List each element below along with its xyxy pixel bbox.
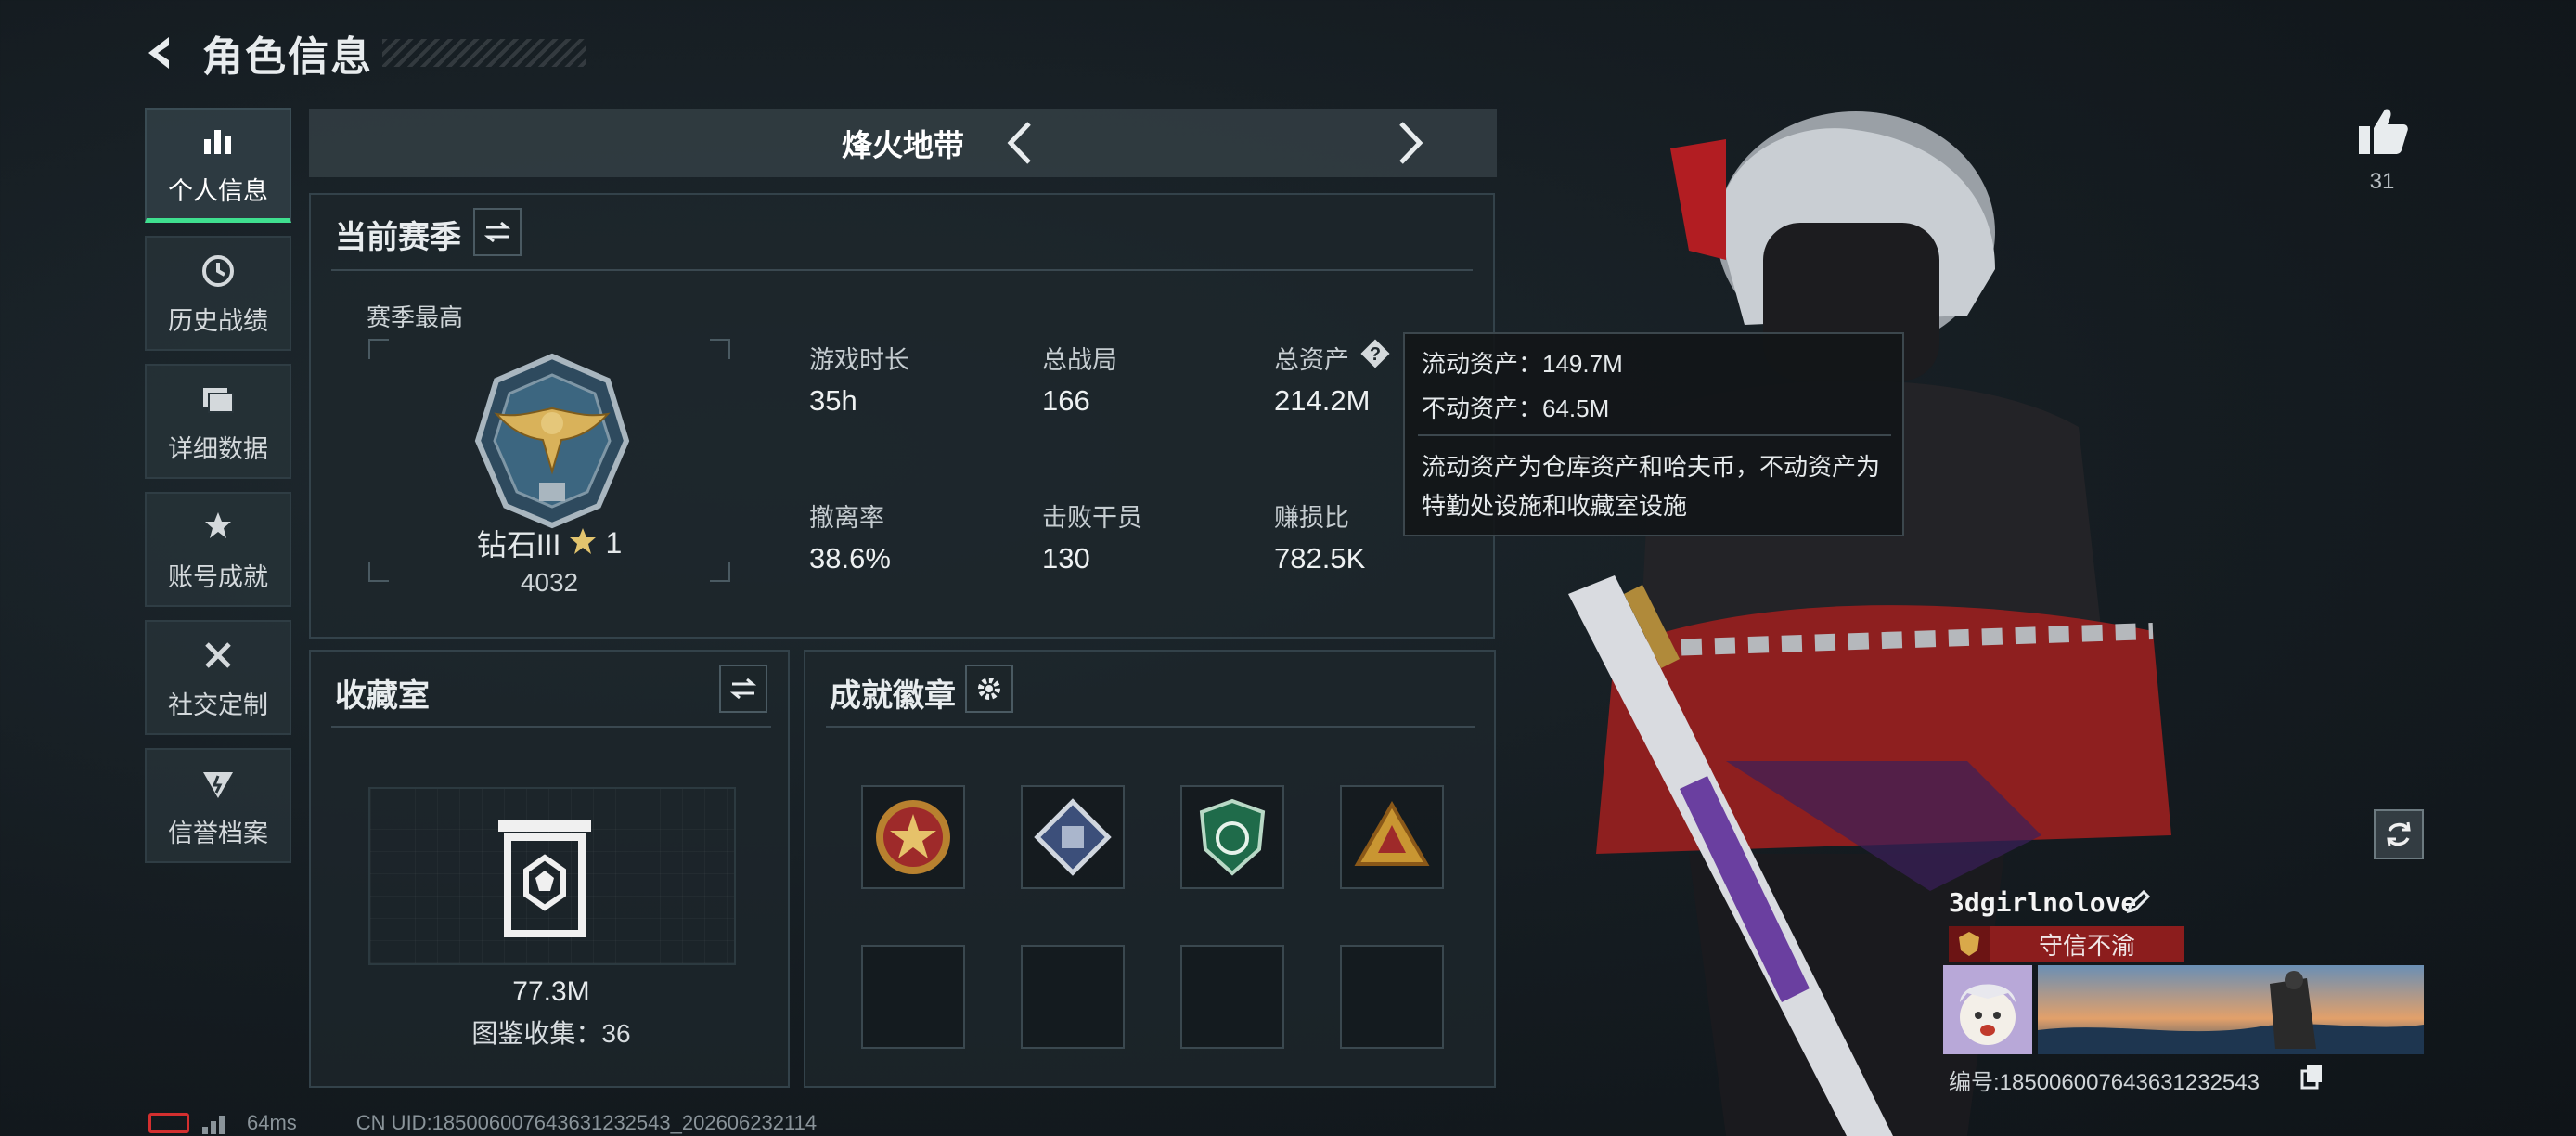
nav-item-social-custom[interactable]: 社交定制 [145,620,291,735]
divider [331,726,771,728]
achievement-icon [198,507,238,548]
credit-emblem-icon [1949,926,1990,962]
collection-count: 图鉴收集：36 [471,1019,631,1048]
badge-slot-empty[interactable] [861,945,965,1049]
gold-triangle-badge-icon [1354,801,1430,866]
stat-value-total-matches: 166 [1042,384,1090,417]
nav-label: 历史战绩 [168,306,268,335]
ping-text: 64ms [247,1111,297,1134]
bar-chart-icon [198,121,238,161]
season-title: 当前赛季 [335,220,461,255]
clock-history-icon [198,251,238,291]
stat-label-total-matches: 总战局 [1042,346,1117,374]
thumbs-up-icon[interactable] [2353,102,2411,160]
blue-diamond-badge-icon [1034,798,1112,876]
assets-tooltip: 流动资产：149.7M 不动资产：64.5M 流动资产为仓库资产和哈夫币，不动资… [1403,332,1904,536]
signal-icon [202,1112,234,1134]
chevron-right-icon[interactable] [1381,116,1435,170]
question-icon[interactable]: ? [1358,336,1393,371]
battery-icon [148,1113,189,1133]
stat-label-extraction-rate: 撤离率 [809,504,884,532]
red-star-badge-icon [876,800,950,874]
green-shield-badge-icon [1199,798,1266,876]
divider [826,726,1475,728]
nav-item-personal-info[interactable]: 个人信息 [145,108,291,223]
nav-item-achievements[interactable]: 账号成就 [145,492,291,607]
avatar[interactable] [1943,965,2032,1054]
collection-title: 收藏室 [335,678,430,714]
stat-value-total-assets: 214.2M [1274,384,1371,417]
badge-slot-empty[interactable] [1180,945,1284,1049]
assets-note: 流动资产为仓库资产和哈夫币，不动资产为特勤处设施和收藏室设施 [1422,453,1881,520]
badge-slot-empty[interactable] [1021,945,1125,1049]
stat-label-profit-ratio: 赚损比 [1274,504,1349,532]
badge-slot[interactable] [1180,785,1284,889]
collection-value: 77.3M [512,976,590,1007]
profile-banner[interactable] [2038,965,2424,1054]
uid-text: CN UID:185006007643631232543_20260623211… [355,1111,818,1134]
liquid-assets-text: 流动资产：149.7M [1422,350,1623,378]
stat-value-extraction-rate: 38.6% [809,542,891,574]
gear-icon[interactable] [965,665,1013,713]
page-header: 角色信息 [139,20,586,85]
folder-icon [198,379,238,420]
season-best-label: 赛季最高 [367,303,464,331]
current-season-panel: 当前赛季 赛季最高 钻石III 1 4032 游戏时长 35h 总战局 166 … [309,193,1495,639]
nav-label: 个人信息 [168,177,268,205]
stat-label-operators-defeated: 击败干员 [1042,504,1142,532]
side-nav: 个人信息 历史战绩 详细数据 账号成就 社交定制 信誉档案 [145,108,291,876]
vault-icon [495,817,595,937]
diamond-rank-emblem-icon [469,353,636,529]
player-credit-tag: 守信不渝 [1949,926,2184,962]
rank-star-count: 1 [605,525,623,560]
nav-item-credit-record[interactable]: 信誉档案 [145,748,291,863]
divider [1418,434,1891,436]
nav-label: 账号成就 [168,562,268,591]
nav-item-detailed-data[interactable]: 详细数据 [145,364,291,479]
badges-title: 成就徽章 [830,678,956,714]
badge-slot[interactable] [1021,785,1125,889]
achievement-badges-panel: 成就徽章 [804,650,1496,1088]
nav-label: 社交定制 [168,691,268,719]
svg-text:?: ? [1370,344,1381,365]
player-tag-text: 守信不渝 [2038,931,2135,960]
star-icon [568,526,598,561]
mode-label: 烽火地带 [842,128,964,162]
nav-item-history[interactable]: 历史战绩 [145,236,291,351]
refresh-icon[interactable] [2374,809,2424,859]
tools-icon [198,635,238,676]
shield-credit-icon [198,763,238,804]
collection-room-panel: 收藏室 77.3M 图鉴收集：36 [309,650,790,1088]
player-name: 3dgirlnolove [1949,887,2137,918]
stat-value-playtime: 35h [809,384,857,417]
stat-label-playtime: 游戏时长 [809,346,909,374]
badge-slot-empty[interactable] [1340,945,1444,1049]
stat-label-total-assets: 总资产 [1274,346,1349,374]
title-decoration [382,39,586,67]
like-count: 31 [2369,169,2395,194]
swap-icon[interactable] [473,208,522,256]
rank-name-row: 钻石III 1 [368,522,730,564]
swap-icon[interactable] [719,665,767,713]
rank-score: 4032 [520,568,579,597]
divider [331,269,1473,271]
stat-value-profit-ratio: 782.5K [1274,542,1366,574]
stat-value-operators-defeated: 130 [1042,542,1090,574]
pencil-edit-icon[interactable] [2123,887,2153,917]
chevron-left-icon[interactable] [996,116,1050,170]
mode-selector: 烽火地带 [309,109,1497,177]
nav-label: 信誉档案 [168,819,268,847]
copy-icon[interactable] [2299,1064,2325,1090]
fixed-assets-text: 不动资产：64.5M [1422,394,1610,422]
page-title: 角色信息 [202,34,373,80]
rank-name: 钻石III [476,528,561,562]
badge-slot[interactable] [861,785,965,889]
badge-slot[interactable] [1340,785,1444,889]
player-id: 编号:185006007643631232543 [1949,1070,2260,1095]
status-footer: 64ms CN UID:185006007643631232543_202606… [148,1110,817,1136]
back-arrow-icon[interactable] [139,30,186,76]
nav-label: 详细数据 [168,434,268,463]
